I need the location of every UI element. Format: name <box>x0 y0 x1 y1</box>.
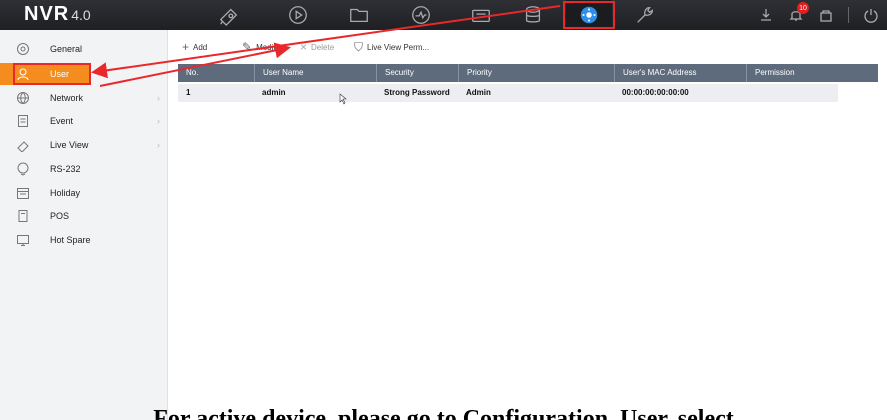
cell-permission <box>746 84 754 102</box>
sidebar-item-network[interactable]: Network › <box>0 87 168 109</box>
playback-icon[interactable] <box>275 0 321 30</box>
sidebar-item-hot-spare[interactable]: Hot Spare <box>0 229 168 251</box>
top-navigation-bar: NVR 4.0 10 <box>0 0 887 30</box>
user-highlight-box <box>13 63 91 85</box>
chevron-right-icon: › <box>157 140 160 150</box>
column-header-priority[interactable]: Priority <box>458 64 614 82</box>
sidebar-item-live-view[interactable]: Live View › <box>0 134 168 156</box>
globe-icon <box>16 91 30 105</box>
live-view-permission-button[interactable]: ⛉ Live View Perm... <box>354 40 429 55</box>
shield-icon: ⛉ <box>354 40 364 54</box>
column-header-security[interactable]: Security <box>376 64 458 82</box>
cell-no: 1 <box>186 88 191 97</box>
notification-count-badge: 10 <box>797 2 809 14</box>
camera-icon <box>16 138 30 152</box>
maintenance-icon[interactable] <box>622 0 668 30</box>
cell-mac-address: 00:00:00:00:00:00 <box>622 88 689 97</box>
sidebar-item-label: Holiday <box>50 188 81 198</box>
sidebar-item-holiday[interactable]: Holiday <box>0 182 168 204</box>
serial-port-icon <box>16 162 30 176</box>
cell-security: Strong Password <box>384 88 450 97</box>
chevron-right-icon: › <box>157 116 160 126</box>
file-management-icon[interactable] <box>336 0 382 30</box>
sidebar-item-label: Event <box>50 116 74 126</box>
camera-management-icon[interactable] <box>458 0 504 30</box>
add-button[interactable]: + Add <box>182 40 207 54</box>
table-row[interactable]: 1 admin Strong Password Admin 00:00:00:0… <box>178 84 838 102</box>
cell-priority: Admin <box>466 88 491 97</box>
live-view-permission-label: Live View Perm... <box>367 43 430 52</box>
user-table-header: No. User Name Security Priority User's M… <box>178 64 878 82</box>
hot-spare-icon <box>16 233 30 247</box>
smart-analysis-icon[interactable] <box>398 0 444 30</box>
sidebar-item-pos[interactable]: POS <box>0 205 168 227</box>
sidebar-item-label: Live View <box>50 140 89 150</box>
divider <box>848 7 849 23</box>
sidebar-item-label: Hot Spare <box>50 235 91 245</box>
modify-label: Modify <box>256 42 280 52</box>
sidebar-item-event[interactable]: Event › <box>0 110 168 132</box>
notification-bell-icon[interactable]: 10 <box>788 2 809 23</box>
sidebar-item-rs232[interactable]: RS-232 <box>0 158 168 180</box>
delete-label: Delete <box>311 42 335 52</box>
modify-button[interactable]: ✎ Modify <box>242 40 280 54</box>
lock-icon[interactable] <box>818 7 834 23</box>
cell-user-name: admin <box>262 88 286 97</box>
configuration-highlight-box <box>563 1 615 29</box>
pos-icon <box>16 209 30 223</box>
plus-icon: + <box>182 40 190 54</box>
column-header-no[interactable]: No. <box>178 64 254 82</box>
tutorial-caption: For active device, please go to Configur… <box>153 406 734 420</box>
edit-icon: ✎ <box>242 40 253 54</box>
close-icon: × <box>300 40 308 54</box>
column-header-permission[interactable]: Permission <box>746 64 836 82</box>
delete-button[interactable]: × Delete <box>300 40 334 54</box>
event-icon <box>16 114 30 128</box>
download-icon[interactable] <box>758 7 774 23</box>
sidebar-item-label: General <box>50 44 83 54</box>
config-sidebar: General User Network › Event › Live View… <box>0 30 168 420</box>
sidebar-item-label: POS <box>50 211 70 221</box>
settings-icon <box>16 42 30 56</box>
column-header-mac-address[interactable]: User's MAC Address <box>614 64 746 82</box>
chevron-right-icon: › <box>157 93 160 103</box>
sidebar-item-general[interactable]: General <box>0 38 168 60</box>
user-toolbar: + Add ✎ Modify × Delete ⛉ Live View Perm… <box>168 30 887 62</box>
column-header-user-name[interactable]: User Name <box>254 64 376 82</box>
add-label: Add <box>193 42 208 52</box>
sidebar-item-label: RS-232 <box>50 164 81 174</box>
calendar-icon <box>16 186 30 200</box>
storage-icon[interactable] <box>510 0 556 30</box>
app-logo: NVR 4.0 <box>24 3 91 25</box>
live-view-icon[interactable] <box>206 0 252 30</box>
sidebar-item-label: Network <box>50 93 84 103</box>
power-icon[interactable] <box>863 7 879 23</box>
